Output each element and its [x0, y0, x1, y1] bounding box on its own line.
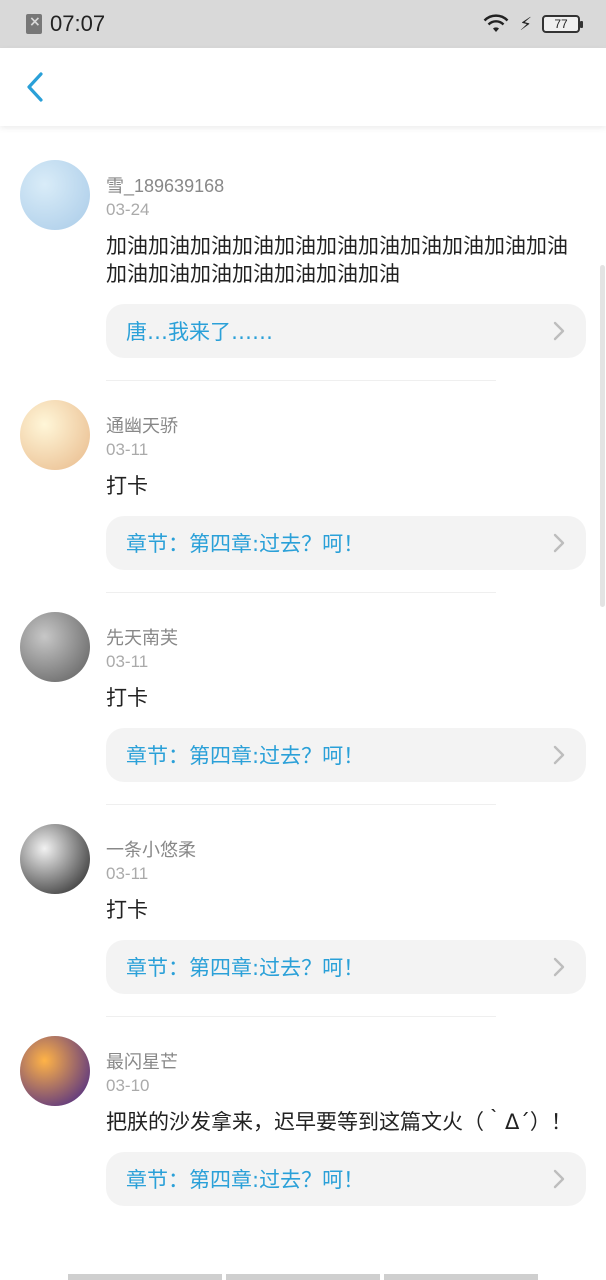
comment-text: 把朕的沙发拿来，迟早要等到这篇文火（｀Δ´）！: [106, 1110, 572, 1134]
comment-item: 最闪星芒 03-10 把朕的沙发拿来，迟早要等到这篇文火（｀Δ´）！ 章节：第四…: [0, 1016, 606, 1228]
chapter-link[interactable]: 章节：第四章:过去？呵！: [106, 516, 586, 570]
chevron-right-icon: [553, 533, 565, 553]
status-bar: 07:07 ⚡ 77: [0, 0, 606, 48]
comment-date: 03-11: [106, 652, 149, 671]
comment-item: 通幽天骄 03-11 打卡 章节：第四章:过去？呵！: [0, 380, 606, 592]
comment-date: 03-11: [106, 440, 149, 459]
nav-bar: [0, 48, 606, 126]
charging-icon: ⚡: [519, 13, 532, 35]
chevron-right-icon: [553, 1169, 565, 1189]
chevron-left-icon: [27, 72, 43, 102]
chapter-label: 章节：第四章:过去？呵！: [126, 1168, 365, 1192]
comment-username[interactable]: 先天南芙: [106, 626, 586, 650]
scrollbar[interactable]: [600, 265, 605, 607]
battery-level: 77: [554, 17, 568, 31]
chapter-label: 唐…我来了……: [126, 320, 273, 344]
avatar[interactable]: [20, 612, 90, 682]
avatar[interactable]: [20, 160, 90, 230]
comment-date: 03-11: [106, 864, 149, 883]
battery-icon: 77: [542, 15, 583, 33]
comment-username[interactable]: 一条小悠柔: [106, 838, 586, 862]
comment-date: 03-10: [106, 1076, 150, 1095]
chapter-label: 章节：第四章:过去？呵！: [126, 532, 365, 556]
chapter-link[interactable]: 章节：第四章:过去？呵！: [106, 1152, 586, 1206]
comment-username[interactable]: 雪_189639168: [106, 174, 586, 198]
comment-username[interactable]: 通幽天骄: [106, 414, 586, 438]
avatar[interactable]: [20, 824, 90, 894]
no-sim-icon: [26, 14, 42, 34]
wifi-icon: [483, 14, 509, 32]
chevron-right-icon: [553, 321, 565, 341]
chapter-link[interactable]: 章节：第四章:过去？呵！: [106, 728, 586, 782]
chevron-right-icon: [553, 745, 565, 765]
avatar[interactable]: [20, 400, 90, 470]
comment-text: 打卡: [106, 898, 148, 922]
comment-text: 加油加油加油加油加油加油加油加油加油加油加油加油加油加油加油加油加油加油: [106, 234, 568, 286]
clock: 07:07: [50, 11, 106, 36]
comment-date: 03-24: [106, 200, 150, 219]
chapter-link[interactable]: 章节：第四章:过去？呵！: [106, 940, 586, 994]
comment-item: 雪_189639168 03-24 加油加油加油加油加油加油加油加油加油加油加油…: [0, 140, 606, 380]
chapter-label: 章节：第四章:过去？呵！: [126, 956, 365, 980]
chapter-link[interactable]: 唐…我来了……: [106, 304, 586, 358]
back-button[interactable]: [18, 70, 52, 104]
chapter-label: 章节：第四章:过去？呵！: [126, 744, 365, 768]
comment-text: 打卡: [106, 474, 148, 498]
comment-username[interactable]: 最闪星芒: [106, 1050, 586, 1074]
comment-list: 雪_189639168 03-24 加油加油加油加油加油加油加油加油加油加油加油…: [0, 140, 606, 1228]
comment-item: 一条小悠柔 03-11 打卡 章节：第四章:过去？呵！: [0, 804, 606, 1016]
avatar[interactable]: [20, 1036, 90, 1106]
comment-item: 先天南芙 03-11 打卡 章节：第四章:过去？呵！: [0, 592, 606, 804]
chevron-right-icon: [553, 957, 565, 977]
bottom-toolbar-edge: [68, 1274, 538, 1280]
comment-text: 打卡: [106, 686, 148, 710]
